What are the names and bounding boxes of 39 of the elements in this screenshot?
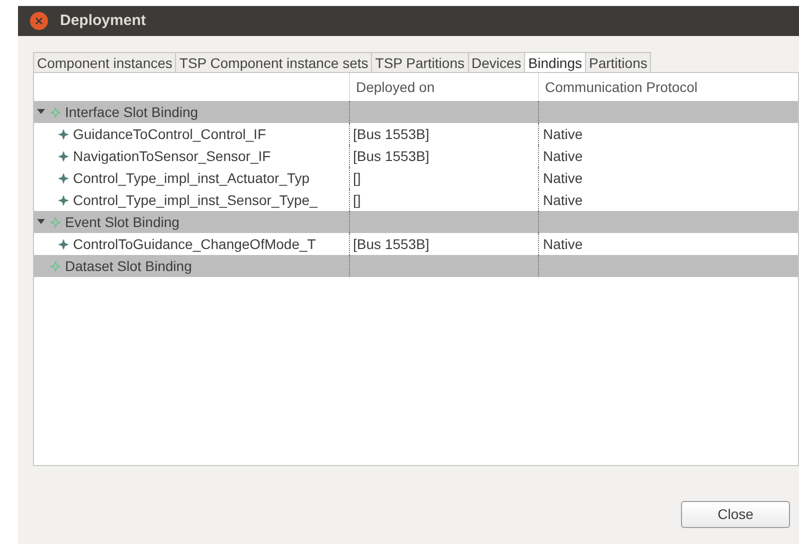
table-cell-text: [Bus 1553B] (353, 234, 430, 254)
table-cell-text: [] (353, 168, 361, 188)
binding-name: ControlToGuidance_ChangeOfMode_T (73, 234, 316, 254)
group-label: Interface Slot Binding (65, 102, 198, 122)
table-cell-text: [Bus 1553B] (353, 124, 430, 144)
expand-arrow-icon[interactable] (37, 109, 45, 115)
diamond-icon (50, 106, 61, 118)
table-cell-text: Native (543, 168, 583, 188)
star-icon (58, 238, 69, 250)
table-cell-text: Native (543, 234, 583, 254)
group-label: Event Slot Binding (65, 212, 180, 232)
table-cell-text: Native (543, 146, 583, 166)
window-title: Deployment (60, 10, 146, 31)
binding-name: GuidanceToControl_Control_IF (73, 124, 266, 144)
star-icon (58, 194, 69, 206)
group-label: Dataset Slot Binding (65, 256, 192, 276)
tab[interactable]: TSP Component instance sets (175, 52, 372, 72)
column-header: Deployed on (356, 78, 435, 97)
table-cell-text: [] (353, 190, 361, 210)
binding-name: Control_Type_impl_inst_Sensor_Type_ (73, 190, 318, 210)
star-icon (58, 128, 69, 140)
tab[interactable]: Devices (468, 52, 526, 72)
table-cell-text: Native (543, 124, 583, 144)
column-header: Communication Protocol (545, 78, 698, 96)
binding-name: Control_Type_impl_inst_Actuator_Typ (73, 168, 310, 188)
tab[interactable]: Component instances (33, 52, 176, 72)
diamond-icon (50, 260, 61, 272)
tab[interactable]: Partitions (585, 52, 652, 72)
close-icon[interactable] (30, 12, 48, 30)
close-button[interactable]: Close (681, 501, 790, 528)
expand-arrow-icon[interactable] (37, 219, 45, 225)
diamond-icon (50, 216, 61, 228)
binding-name: NavigationToSensor_Sensor_IF (73, 146, 271, 166)
star-icon (58, 172, 69, 184)
table-cell-text: [Bus 1553B] (353, 146, 430, 166)
tab[interactable]: TSP Partitions (371, 52, 468, 72)
table-cell-text: Native (543, 190, 583, 210)
star-icon (58, 150, 69, 162)
tab[interactable]: Bindings (524, 52, 586, 72)
